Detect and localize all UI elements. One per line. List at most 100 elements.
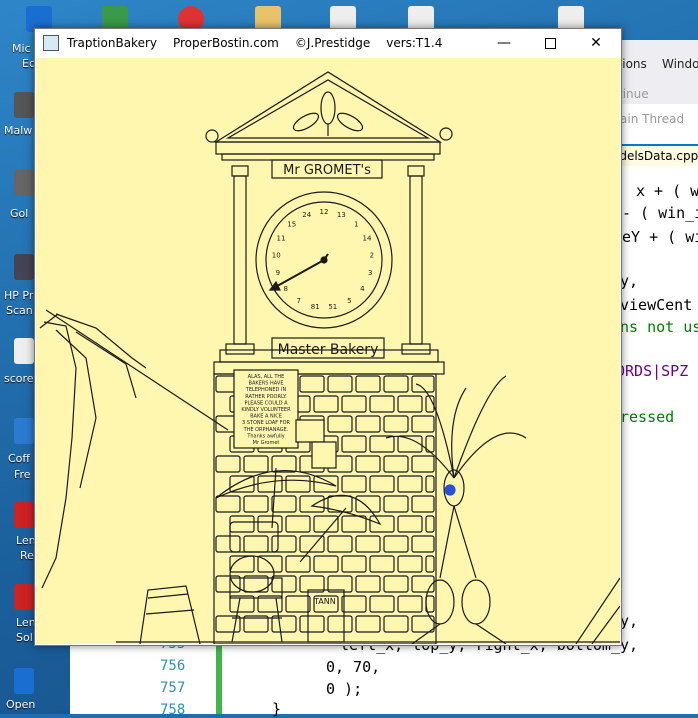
desktop-label[interactable]: Gol: [10, 207, 28, 221]
brick: [411, 535, 435, 553]
thread-dropdown[interactable]: ain Thread: [620, 112, 684, 126]
notice-paper: ALAS, ALL THEBAKERS HAVETELEPHONED INRAT…: [233, 369, 299, 449]
clock-number: 14: [363, 235, 372, 243]
continue-button[interactable]: tinue: [618, 87, 649, 101]
clock-number: 8: [283, 285, 287, 293]
union-flag: [39, 309, 229, 589]
notice-line: THE ORPHANAGE.: [243, 427, 289, 433]
score-icon[interactable]: [14, 338, 34, 364]
line-number: 758: [160, 702, 186, 718]
title-copyright: ©J.Prestidge: [294, 36, 371, 50]
brick: [257, 475, 283, 493]
title-version: vers:T1.4: [386, 36, 443, 50]
brick: [299, 495, 325, 513]
right-pillar: [401, 165, 431, 355]
code-comment: ressed: [620, 408, 675, 426]
brick: [341, 395, 367, 413]
pediment: [213, 71, 443, 161]
clock-number: 24: [302, 211, 311, 219]
desktop-label[interactable]: Len: [16, 534, 36, 548]
notice-line: RATHER POORLY.: [245, 394, 287, 400]
brick: [285, 515, 311, 533]
brick: [243, 495, 269, 513]
lock-icon[interactable]: [444, 484, 456, 496]
desktop-label[interactable]: score: [4, 372, 34, 386]
sign-master-bakery: Master Bakery: [271, 337, 385, 359]
brick: [355, 575, 381, 593]
brick: [285, 555, 311, 573]
brick: [411, 375, 435, 393]
brick: [369, 435, 395, 453]
brick: [383, 375, 409, 393]
minimize-icon: —: [497, 35, 511, 51]
roof-corner: [575, 577, 620, 644]
desktop-label[interactable]: Sol: [16, 631, 33, 645]
line-number: 757: [160, 680, 186, 696]
game-canvas[interactable]: Mr GROMET's 12 13 1 14 2 3 4 5 51 81 7 8…: [36, 58, 620, 644]
brick: [425, 515, 435, 533]
desktop-label[interactable]: Scan: [6, 304, 33, 318]
brick: [383, 495, 409, 513]
brick: [397, 435, 423, 453]
code-line: y,: [620, 612, 639, 630]
roof-corner: [591, 605, 620, 644]
code-line: 0 );: [326, 680, 363, 698]
desktop-label[interactable]: Fre: [14, 468, 31, 482]
maximize-button[interactable]: [527, 29, 573, 57]
close-button[interactable]: ✕: [573, 29, 619, 57]
notice-line: TELEPHONED IN: [245, 387, 287, 393]
brick: [285, 475, 311, 493]
desktop-label[interactable]: Coff: [8, 452, 30, 466]
desktop-label[interactable]: HP Pr: [4, 289, 33, 303]
code-line: }: [272, 700, 282, 718]
ide-menu-item[interactable]: Windo: [662, 57, 698, 71]
brick: [369, 595, 395, 613]
umbrella: [215, 467, 337, 529]
brick: [369, 395, 395, 413]
desktop-label[interactable]: Mic: [12, 42, 31, 56]
code-line: eY + ( wi: [622, 228, 698, 246]
brick: [327, 615, 353, 633]
printer-icon[interactable]: [14, 254, 34, 280]
brick: [355, 615, 381, 633]
shield-icon[interactable]: [14, 92, 34, 118]
desktop-label[interactable]: Len: [16, 616, 36, 630]
brick: [299, 375, 325, 393]
clock: 12 13 1 14 2 34 5 51 81 7 89 10 1115 24: [255, 191, 393, 329]
brick: [397, 475, 423, 493]
scroll-ornament: [205, 129, 219, 143]
app-icon: [43, 35, 59, 51]
desktop-label[interactable]: Re: [20, 549, 34, 563]
brick: [327, 415, 353, 433]
edge-icon[interactable]: [14, 668, 34, 694]
brick: [229, 515, 255, 533]
desktop-label[interactable]: Open: [6, 698, 35, 712]
bakery-scene: Mr GROMET's 12 131142345518178910111524 …: [39, 71, 620, 644]
golf-icon[interactable]: [14, 170, 34, 196]
brick: [425, 475, 435, 493]
lenovo-icon[interactable]: [14, 502, 34, 528]
code-line: y,: [620, 272, 639, 290]
brick: [369, 555, 395, 573]
wheat-icon: [292, 91, 364, 136]
brick: [383, 535, 409, 553]
desktop-label[interactable]: Malw: [4, 124, 32, 138]
minimize-button[interactable]: —: [481, 29, 527, 57]
code-line: x + ( win: [636, 182, 698, 200]
lenovo-icon[interactable]: [14, 584, 34, 610]
brick: [355, 495, 381, 513]
code-comment: ns not us: [620, 318, 698, 336]
brick: [397, 395, 423, 413]
notice-line: PLEASE COULD A: [244, 400, 288, 406]
notice-line: Thanks awfully: [246, 433, 284, 439]
brick: [383, 575, 409, 593]
brick: [383, 415, 409, 433]
brick: [313, 395, 339, 413]
brick: [383, 615, 409, 633]
brick: [327, 375, 353, 393]
title-website: ProperBostin.com: [172, 36, 279, 50]
notice-line: KINDLY VOLUNTEER: [241, 407, 291, 413]
clock-number: 1: [354, 221, 358, 229]
coffee-icon[interactable]: [14, 418, 34, 444]
clock-number: 9: [276, 269, 280, 277]
